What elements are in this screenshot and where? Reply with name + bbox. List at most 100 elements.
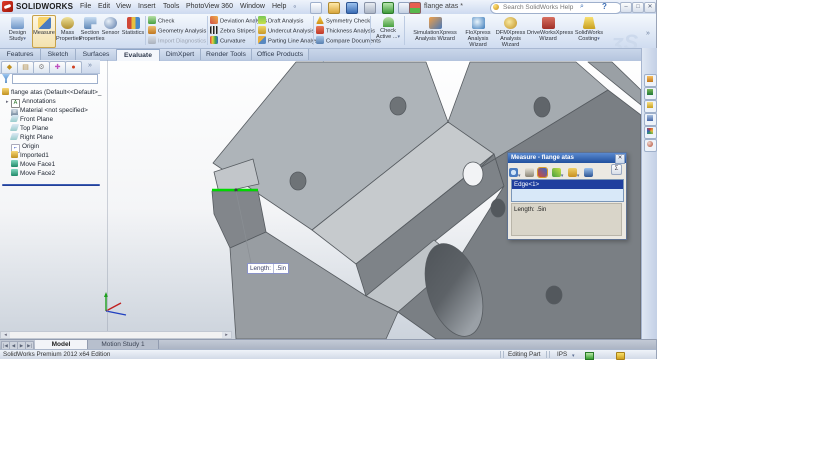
measurement-history-icon[interactable]: [584, 168, 593, 177]
floxpress-wizard-button[interactable]: FloXpressAnalysisWizard: [461, 15, 495, 48]
measurement-callout: Length: .5in: [247, 263, 289, 274]
symmetry-check-button[interactable]: Symmetry Check: [316, 16, 370, 26]
tree-item-material[interactable]: ≡Material <not specified>: [6, 106, 88, 115]
featuremanager-tree-icon[interactable]: ◆: [1, 61, 18, 73]
tab-render-tools[interactable]: Render Tools: [201, 49, 252, 60]
scroll-right-icon[interactable]: ▸: [222, 332, 231, 338]
measure-button[interactable]: Measure: [32, 15, 56, 48]
check-active-button[interactable]: CheckActive ...: [373, 15, 403, 48]
tree-item-root[interactable]: flange atas (Default<<Default>_: [2, 88, 101, 97]
menu-edit[interactable]: Edit: [98, 3, 110, 10]
tab-sketch[interactable]: Sketch: [41, 49, 76, 60]
status-bar: SolidWorks Premium 2012 x64 Edition Edit…: [0, 349, 656, 359]
thickness-analysis-icon: [316, 26, 324, 34]
ribbon-overflow-icon[interactable]: »: [646, 30, 650, 37]
statistics-button[interactable]: Statistics: [120, 15, 146, 48]
menu-file[interactable]: File: [80, 3, 91, 10]
sensor-button[interactable]: Sensor: [100, 15, 121, 48]
rebuild-icon[interactable]: [409, 2, 421, 14]
tree-item-annotations[interactable]: ▸AAnnotations: [6, 97, 56, 106]
quick-tips-icon[interactable]: [616, 352, 625, 360]
simulationxpress-wizard-button[interactable]: SimulationXpressAnalysis Wizard: [408, 15, 462, 48]
point-to-point-icon[interactable]: [552, 168, 561, 177]
measure-dialog-close-icon[interactable]: ✕: [615, 154, 625, 164]
measure-dialog-titlebar[interactable]: Measure - flange atas: [508, 153, 626, 163]
filter-input[interactable]: [12, 74, 98, 84]
document-title: flange atas *: [424, 3, 463, 10]
draft-analysis-button[interactable]: Draft Analysis: [258, 16, 303, 26]
displaymanager-icon[interactable]: ●: [65, 61, 82, 73]
arc-circle-measurements-icon[interactable]: [509, 168, 518, 177]
solidworks-costing-button[interactable]: SolidWorksCosting: [569, 15, 609, 48]
propertymanager-icon[interactable]: ▤: [17, 61, 34, 73]
tree-item-move-face1[interactable]: Move Face1: [6, 160, 55, 169]
selected-entity-row[interactable]: Edge<1>: [512, 180, 623, 189]
tab-office-products[interactable]: Office Products: [252, 49, 309, 60]
pin-menu-icon[interactable]: ⚬: [292, 3, 298, 11]
appearances-icon[interactable]: [644, 139, 657, 152]
mass-properties-button[interactable]: MassProperties: [55, 15, 80, 48]
rollback-bar[interactable]: [2, 184, 100, 186]
check-button[interactable]: Check: [148, 16, 174, 26]
file-explorer-icon[interactable]: [644, 100, 657, 113]
plane-icon: [10, 133, 19, 140]
panel-overflow-icon[interactable]: »: [88, 62, 92, 69]
menu-photoview[interactable]: PhotoView 360: [186, 3, 233, 10]
measure-selection-list[interactable]: Edge<1>: [511, 179, 624, 202]
floxpress-icon: [472, 17, 485, 29]
help-icon[interactable]: ?: [602, 2, 607, 11]
projected-on-icon[interactable]: [568, 168, 577, 177]
menu-window[interactable]: Window: [240, 3, 265, 10]
curvature-icon: [210, 36, 218, 44]
tree-item-front-plane[interactable]: Front Plane: [6, 115, 53, 124]
menu-help[interactable]: Help: [272, 3, 286, 10]
design-study-button[interactable]: DesignStudy: [2, 15, 33, 48]
search-icon[interactable]: ⌕: [580, 3, 584, 11]
curvature-button[interactable]: Curvature: [210, 36, 245, 46]
tab-evaluate[interactable]: Evaluate: [117, 49, 160, 61]
tree-item-top-plane[interactable]: Top Plane: [6, 124, 48, 133]
menu-tools[interactable]: Tools: [163, 3, 179, 10]
compare-documents-button[interactable]: Compare Documents: [316, 36, 381, 46]
tree-item-right-plane[interactable]: Right Plane: [6, 133, 53, 142]
geometry-analysis-button[interactable]: Geometry Analysis: [148, 26, 206, 36]
imported-body-icon: [11, 151, 18, 158]
tab-features[interactable]: Features: [0, 49, 41, 60]
solidworks-window: SOLIDWORKS File Edit View Insert Tools P…: [0, 0, 657, 359]
minimize-button[interactable]: –: [620, 2, 632, 13]
close-button[interactable]: ✕: [644, 2, 656, 13]
solidworks-resources-icon[interactable]: [644, 74, 657, 87]
dimxpertmanager-icon[interactable]: ✚: [49, 61, 66, 73]
measure-extra-icon[interactable]: Σ: [611, 164, 622, 175]
driveworksxpress-wizard-button[interactable]: DriveWorksXpressWizard: [526, 15, 570, 48]
screenshot-root: { "colors": { "accent_blue": "#2c5aa8", …: [0, 0, 819, 460]
tree-item-imported1[interactable]: Imported1: [6, 151, 49, 160]
measure-dialog[interactable]: Measure - flange atas ✕ Σ Edge<1> Length…: [507, 152, 627, 240]
menu-view[interactable]: View: [116, 3, 131, 10]
search-results-icon[interactable]: [644, 113, 657, 126]
undercut-analysis-button[interactable]: Undercut Analysis: [258, 26, 314, 36]
units-precision-icon[interactable]: [525, 168, 534, 177]
tab-surfaces[interactable]: Surfaces: [76, 49, 117, 60]
thickness-analysis-button[interactable]: Thickness Analysis: [316, 26, 375, 36]
zebra-stripes-button[interactable]: Zebra Stripes: [210, 26, 255, 36]
status-units[interactable]: IPS: [557, 351, 567, 358]
design-library-icon[interactable]: [644, 87, 657, 100]
menu-insert[interactable]: Insert: [138, 3, 156, 10]
horizontal-scrollbar[interactable]: ◂ ▸: [0, 331, 232, 339]
dfmxpress-wizard-button[interactable]: DFMXpressAnalysisWizard: [494, 15, 527, 48]
tag-icon[interactable]: [585, 352, 594, 360]
tree-item-move-face2[interactable]: Move Face2: [6, 169, 55, 178]
configurationmanager-icon[interactable]: ⚙: [33, 61, 50, 73]
tab-dimxpert[interactable]: DimXpert: [160, 49, 201, 60]
import-diagnostics-button[interactable]: Import Diagnostics: [148, 36, 206, 46]
view-palette-icon[interactable]: [644, 126, 657, 139]
section-properties-icon: [84, 17, 97, 29]
section-properties-button[interactable]: SectionProperties: [78, 15, 102, 48]
panel-splitter[interactable]: [107, 60, 108, 331]
scroll-left-icon[interactable]: ◂: [1, 332, 10, 338]
tree-item-origin[interactable]: ⌐Origin: [6, 142, 39, 151]
deviation-analysis-icon: [210, 16, 218, 24]
maximize-button[interactable]: □: [632, 2, 644, 13]
show-xyz-measurements-icon[interactable]: [538, 168, 547, 177]
